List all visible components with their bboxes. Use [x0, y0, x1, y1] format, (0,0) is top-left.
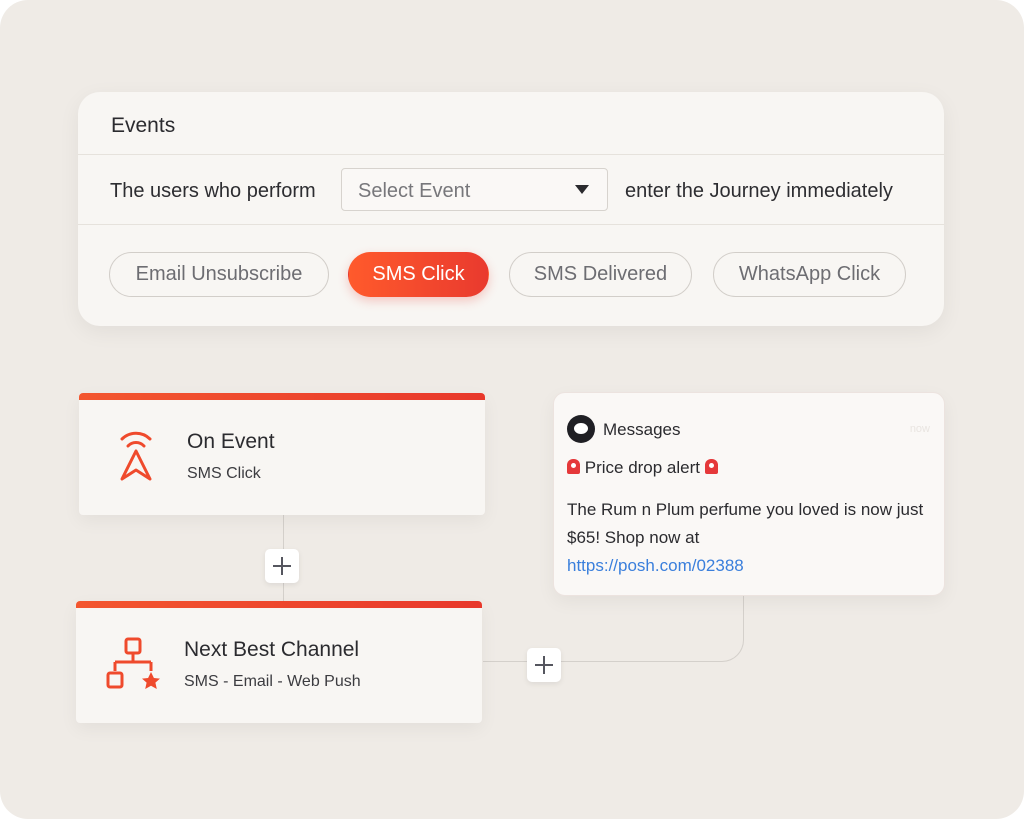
add-branch-button[interactable] [527, 648, 561, 682]
message-headline-text: Price drop alert [584, 458, 701, 477]
message-link[interactable]: https://posh.com/02388 [567, 556, 744, 575]
trigger-subtitle: SMS Click [187, 465, 261, 482]
org-chart-star-icon [106, 637, 160, 689]
events-panel: Events The users who perform Select Even… [78, 92, 944, 326]
connector-line [283, 515, 284, 549]
caret-down-icon [575, 185, 589, 194]
connector-line [283, 583, 284, 601]
add-step-button[interactable] [265, 549, 299, 583]
message-headline: Price drop alert [567, 458, 718, 478]
chip-sms-click[interactable]: SMS Click [348, 252, 489, 297]
event-select-placeholder: Select Event [358, 180, 471, 202]
connector-line [483, 661, 527, 662]
channel-card[interactable]: Next Best Channel SMS - Email - Web Push [76, 601, 482, 723]
message-body-text: The Rum n Plum perfume you loved is now … [567, 500, 924, 547]
event-select[interactable]: Select Event [341, 168, 608, 211]
divider [78, 154, 944, 155]
message-body: The Rum n Plum perfume you loved is now … [567, 496, 927, 580]
divider [78, 224, 944, 225]
channel-subtitle: SMS - Email - Web Push [184, 673, 361, 690]
canvas: Events The users who perform Select Even… [0, 0, 1024, 819]
card-accent-bar [79, 393, 485, 400]
trigger-card[interactable]: On Event SMS Click [79, 393, 485, 515]
siren-icon [704, 459, 718, 474]
chip-sms-delivered[interactable]: SMS Delivered [509, 252, 692, 297]
chip-whatsapp-click[interactable]: WhatsApp Click [713, 252, 906, 297]
rule-prefix: The users who perform [110, 180, 316, 202]
trigger-title: On Event [187, 430, 275, 453]
channel-title: Next Best Channel [184, 638, 360, 661]
broadcast-arrow-icon [120, 431, 152, 481]
rule-suffix: enter the Journey immediately [625, 180, 893, 202]
message-app-name: Messages [603, 420, 681, 439]
card-accent-bar [76, 601, 482, 608]
messages-app-icon [567, 415, 595, 443]
message-preview: Messages now Price drop alert The Rum n … [553, 392, 945, 596]
chip-email-unsubscribe[interactable]: Email Unsubscribe [109, 252, 329, 297]
events-title: Events [111, 114, 176, 137]
message-time: now [909, 423, 930, 435]
connector-curve [560, 596, 744, 662]
siren-icon [567, 459, 580, 474]
